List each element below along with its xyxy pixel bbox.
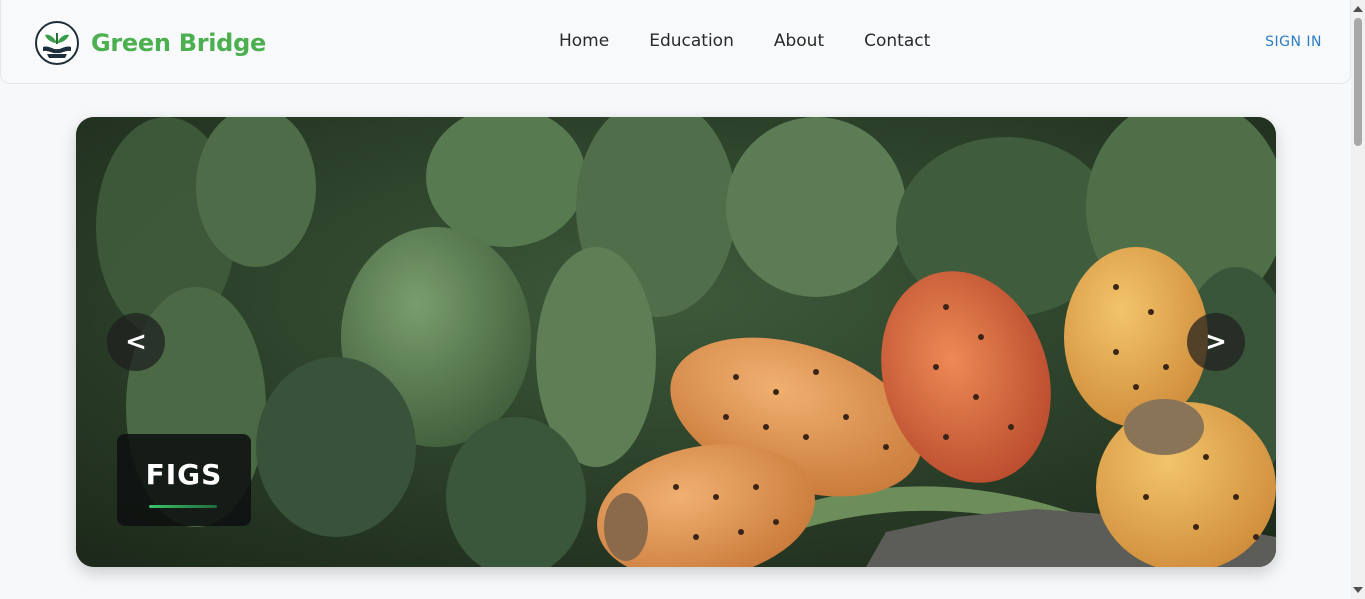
brand[interactable]: Green Bridge — [35, 21, 266, 65]
nav-education[interactable]: Education — [649, 31, 734, 51]
scroll-up-arrow-icon[interactable] — [1353, 6, 1363, 12]
scroll-down-arrow-icon[interactable] — [1353, 587, 1363, 593]
scroll-thumb[interactable] — [1354, 18, 1362, 146]
main-nav: Home Education About Contact — [559, 31, 970, 51]
hero-carousel: < > FIGS — [76, 117, 1276, 567]
slide-caption-title: FIGS — [145, 458, 223, 491]
carousel-prev-button[interactable]: < — [107, 313, 165, 371]
nav-contact[interactable]: Contact — [864, 31, 930, 51]
top-navbar: Green Bridge Home Education About Contac… — [0, 0, 1351, 84]
page-scrollbar[interactable] — [1351, 0, 1365, 599]
slide-caption: FIGS — [117, 434, 251, 526]
nav-about[interactable]: About — [774, 31, 824, 51]
caption-underline — [149, 505, 217, 508]
nav-home[interactable]: Home — [559, 31, 609, 51]
prickly-pear-fruit-photo — [76, 117, 1276, 567]
plant-handshake-logo-icon — [35, 21, 79, 65]
carousel-next-button[interactable]: > — [1187, 313, 1245, 371]
sign-in-link[interactable]: SIGN IN — [1265, 34, 1322, 50]
brand-name: Green Bridge — [91, 29, 266, 57]
